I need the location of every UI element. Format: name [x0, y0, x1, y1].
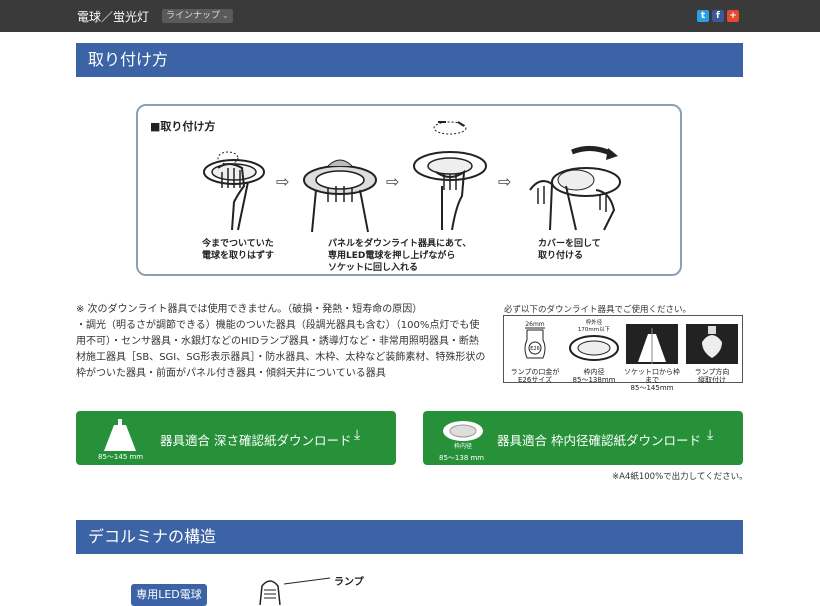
requirement-depth: ソケット口から枠まで 85〜145mm — [624, 318, 680, 392]
e26-bulb-icon: 26mm E26 — [524, 321, 546, 359]
page-category-title: 電球／蛍光灯 — [77, 10, 150, 24]
frame-diameter-download-button[interactable]: 枠内径 85〜138 mm 器具適合 枠内径確認紙ダウンロード ⤓ — [423, 411, 743, 465]
arrow-right-icon: ⇨ — [498, 172, 512, 191]
lineup-dropdown[interactable]: ラインナップ ⌄ — [162, 9, 233, 23]
top-nav-bar: 電球／蛍光灯 ラインナップ ⌄ t f + — [0, 0, 820, 32]
requirement-caption: ランプの口金が E26サイズ — [510, 368, 560, 384]
usage-restrictions-notes: ※ 次のダウンライト器具では使用できません。（破損・発熱・短寿命の原因） ・調光… — [76, 302, 488, 382]
step1-illustration — [203, 151, 265, 231]
lineup-label: ラインナップ — [166, 11, 221, 21]
requirement-socket: 26mm E26 ランプの口金が E26サイズ — [507, 318, 563, 384]
frame-ring-icon: 枠内径 — [443, 421, 483, 450]
depth-fixture-icon — [104, 419, 136, 451]
frame-inner-label: 枠内径 — [454, 442, 472, 450]
step4-illustration — [529, 146, 621, 231]
requirement-caption: ランプ方向 縦取付け — [694, 368, 730, 384]
download-label: 器具適合 枠内径確認紙ダウンロード — [497, 433, 701, 448]
lamp-callout-label: ランプ — [334, 577, 364, 588]
download-label: 器具適合 深さ確認紙ダウンロード — [160, 433, 352, 448]
frame-ring-icon: 枠外径 170mm以下 — [569, 318, 619, 361]
step2-caption: パネルをダウンライト器具にあて、 専用LED電球を押し上げながら ソケットに回し… — [328, 239, 472, 273]
google-plus-icon[interactable]: + — [727, 10, 739, 22]
arrow-right-icon: ⇨ — [386, 172, 400, 191]
installation-box-title: ■取り付け方 — [150, 120, 216, 133]
led-bulb-badge: 専用LED電球 — [131, 584, 207, 606]
vertical-lamp-icon — [686, 324, 738, 364]
step3-illustration — [413, 121, 487, 231]
chevron-down-icon: ⌄ — [222, 11, 229, 20]
requirement-caption: ソケット口から枠まで 85〜145mm — [624, 368, 680, 392]
download-icon: ⤓ — [707, 427, 714, 443]
depth-fixture-icon — [626, 324, 678, 364]
twitter-icon[interactable]: t — [697, 10, 709, 22]
arrow-right-icon: ⇨ — [276, 172, 290, 191]
section-heading-installation: 取り付け方 — [76, 43, 743, 77]
print-note: ※A4紙100%で出力してください。 — [612, 472, 748, 482]
requirements-label: 必ず以下のダウンライト器具でご使用ください。 — [504, 305, 692, 315]
step3-caption: カバーを回して 取り付ける — [538, 239, 601, 261]
lamp-illustration — [259, 577, 331, 605]
installation-diagram: ■取り付け方 ⇨ ⇨ ⇨ 今までついていた 電球を取りはずす パネルをダウンライ… — [136, 104, 682, 276]
step1-caption: 今までついていた 電球を取りはずす — [202, 239, 275, 261]
step2-illustration — [303, 159, 377, 233]
req-top-label: 枠外径 — [586, 318, 603, 326]
req-top-label: 170mm以下 — [578, 326, 611, 333]
depth-check-download-button[interactable]: 85〜145 mm 器具適合 深さ確認紙ダウンロード ⤓ — [76, 411, 396, 465]
frame-range-label: 85〜138 mm — [439, 454, 485, 462]
notes-line: ※ 次のダウンライト器具では使用できません。（破損・発熱・短寿命の原因） — [76, 304, 423, 315]
requirement-orientation: ランプ方向 縦取付け — [684, 318, 740, 384]
download-icon: ⤓ — [354, 427, 361, 443]
requirement-caption: 枠内径 85〜138mm — [572, 368, 616, 384]
facebook-icon[interactable]: f — [712, 10, 724, 22]
req-mid-label: E26 — [530, 346, 540, 352]
requirements-table: 26mm E26 ランプの口金が E26サイズ 枠外径 170mm以下 枠内径 … — [503, 315, 743, 392]
req-top-label: 26mm — [525, 321, 544, 328]
notes-line: ・調光（明るさが調節できる）機能のついた器具（段調光器具も含む）（100%点灯で… — [76, 320, 486, 379]
requirement-frame-diameter: 枠外径 170mm以下 枠内径 85〜138mm — [566, 318, 622, 384]
depth-range-label: 85〜145 mm — [98, 453, 144, 461]
section-heading-structure: デコルミナの構造 — [76, 520, 743, 554]
